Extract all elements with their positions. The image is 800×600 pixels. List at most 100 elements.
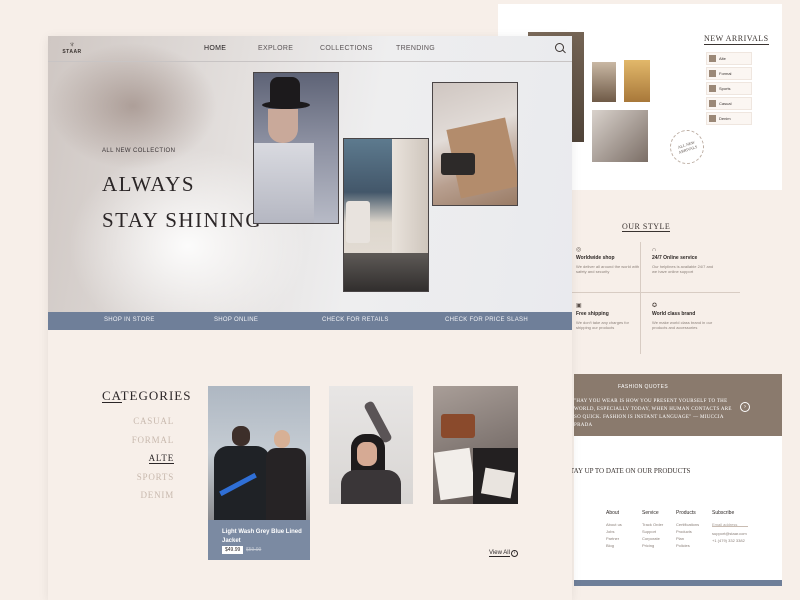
sleeve-shape bbox=[392, 139, 428, 259]
footer-link[interactable]: Partner bbox=[606, 535, 622, 542]
arrow-right-icon[interactable]: › bbox=[511, 550, 518, 557]
arrivals-stamp: ALL NEW ARRIVALS bbox=[665, 125, 709, 169]
arrival-photo[interactable] bbox=[592, 110, 648, 162]
thumbnail bbox=[709, 55, 716, 62]
new-arrival-label: Sports bbox=[719, 86, 731, 91]
category-label: ALTE bbox=[148, 453, 174, 464]
face-shape bbox=[357, 442, 377, 466]
footer-link[interactable]: Blog bbox=[606, 542, 622, 549]
ship-icon: ▣ bbox=[576, 303, 582, 309]
body-shape bbox=[341, 470, 401, 504]
globe-icon: ◎ bbox=[576, 247, 582, 253]
nav-link-explore[interactable]: EXPLORE bbox=[258, 45, 320, 52]
person-shape bbox=[266, 448, 306, 520]
bag-shape bbox=[346, 201, 370, 243]
divider bbox=[572, 292, 740, 293]
note-shape bbox=[480, 467, 516, 499]
footer-col-title: About bbox=[606, 510, 620, 516]
footer-col-title: Products bbox=[676, 510, 696, 516]
new-arrival-item[interactable]: Casual bbox=[706, 97, 752, 110]
top-nav: ♆ STAAR HOME EXPLORE COLLECTIONS TRENDIN… bbox=[48, 36, 572, 62]
category-label: DENIM bbox=[140, 490, 174, 500]
footer-link[interactable]: Pricing bbox=[642, 542, 663, 549]
footer-link[interactable]: Products bbox=[676, 528, 699, 535]
new-arrival-item[interactable]: Alte bbox=[706, 52, 752, 65]
category-formal[interactable]: FORMAL bbox=[108, 431, 174, 450]
feature-text: We don't take any charges for shipping o… bbox=[576, 320, 629, 330]
arrival-photo[interactable] bbox=[624, 60, 650, 102]
category-sports[interactable]: SPORTS bbox=[108, 468, 174, 487]
footer-bar bbox=[574, 580, 782, 586]
category-denim[interactable]: DENIM bbox=[108, 486, 174, 505]
product-card-featured[interactable]: Light Wash Grey Blue Lined Jacket $49.99… bbox=[208, 386, 310, 560]
badge-icon: ✪ bbox=[652, 303, 658, 309]
quote-text: "HAY YOU WEAR IS HOW YOU PRESENT YOURSEL… bbox=[574, 399, 732, 428]
search-icon[interactable] bbox=[555, 43, 564, 52]
footer-col-products: Products Certifications Products Plan Po… bbox=[676, 510, 699, 549]
email-field[interactable]: Email address bbox=[712, 521, 748, 527]
face-shape bbox=[268, 109, 298, 143]
shop-in-store-link[interactable]: SHOP IN STORE bbox=[104, 317, 155, 323]
new-arrival-item[interactable]: Sports bbox=[706, 82, 752, 95]
category-list: CASUAL FORMAL ALTE SPORTS DENIM bbox=[108, 412, 174, 505]
product-name: Light Wash Grey Blue Lined Jacket bbox=[222, 529, 302, 544]
person-head bbox=[274, 430, 290, 448]
new-arrival-item[interactable]: Denim bbox=[706, 112, 752, 125]
brand-logo[interactable]: ♆ STAAR bbox=[60, 40, 84, 55]
feature-text: Our helplines is available 24/7 and we h… bbox=[652, 264, 714, 274]
footer-link[interactable]: Plan bbox=[676, 535, 699, 542]
divider bbox=[102, 402, 122, 403]
nav-link-trending[interactable]: TRENDING bbox=[396, 45, 466, 52]
hero-photo-bag bbox=[343, 138, 429, 292]
footer-link[interactable]: Certifications bbox=[676, 521, 699, 528]
feature-title: World class brand bbox=[652, 311, 696, 317]
footer-link[interactable]: Policies bbox=[676, 542, 699, 549]
category-casual[interactable]: CASUAL bbox=[108, 412, 174, 431]
new-arrivals-list: Alte Formal Sports Casual Denim bbox=[706, 52, 752, 127]
base-shape bbox=[344, 253, 428, 291]
view-all-link[interactable]: View All bbox=[489, 550, 510, 557]
arrival-photo[interactable] bbox=[592, 62, 616, 102]
hero-subtitle: ALL NEW COLLECTION bbox=[102, 148, 176, 154]
shop-online-link[interactable]: SHOP ONLINE bbox=[214, 317, 258, 323]
category-label: CASUAL bbox=[133, 416, 174, 426]
thumbnail bbox=[709, 85, 716, 92]
nav-links: HOME EXPLORE COLLECTIONS TRENDING bbox=[204, 45, 466, 52]
footer-heading: STAY UP TO DATE ON OUR PRODUCTS bbox=[566, 467, 691, 475]
footer-col-title: Subscribe bbox=[712, 510, 735, 516]
product-card[interactable] bbox=[433, 386, 518, 504]
logo-text: STAAR bbox=[62, 49, 82, 55]
fashion-quote-band: FASHION QUOTES "HAY YOU WEAR IS HOW YOU … bbox=[574, 374, 782, 436]
divider bbox=[640, 242, 641, 354]
category-alte[interactable]: ALTE bbox=[108, 449, 174, 468]
thumbnail bbox=[709, 115, 716, 122]
contact-email[interactable]: support@staar.com bbox=[712, 530, 748, 537]
person-head bbox=[232, 426, 250, 446]
hero-photo-flatlay bbox=[432, 82, 518, 206]
new-arrival-label: Alte bbox=[719, 56, 726, 61]
footer-link[interactable]: About us bbox=[606, 521, 622, 528]
price-slash-link[interactable]: CHECK FOR PRICE SLASH bbox=[445, 317, 528, 323]
contact-phone[interactable]: +1 (479) 332 3382 bbox=[712, 537, 748, 544]
footer-link[interactable]: Support bbox=[642, 528, 663, 535]
feature-worldwide: ◎ Worldwide shop We deliver all around t… bbox=[576, 247, 640, 274]
new-arrival-item[interactable]: Formal bbox=[706, 67, 752, 80]
product-photo bbox=[208, 386, 310, 520]
footer-col-title: Service bbox=[642, 510, 659, 516]
category-label: FORMAL bbox=[131, 434, 174, 445]
footer-link[interactable]: Corporate bbox=[642, 535, 663, 542]
nav-link-home[interactable]: HOME bbox=[204, 45, 258, 52]
product-card[interactable] bbox=[329, 386, 413, 504]
quote-title: FASHION QUOTES bbox=[618, 384, 669, 390]
arrow-right-icon[interactable]: › bbox=[740, 402, 750, 412]
logo-icon: ♆ bbox=[69, 40, 75, 49]
nav-link-collections[interactable]: COLLECTIONS bbox=[320, 45, 396, 52]
product-price: $49.99 bbox=[222, 546, 244, 554]
footer-link[interactable]: Jobs bbox=[606, 528, 622, 535]
check-retails-link[interactable]: CHECK FOR RETAILS bbox=[322, 317, 389, 323]
feature-text: We deliver all around the world with saf… bbox=[576, 264, 640, 274]
thumbnail bbox=[709, 100, 716, 107]
feature-title: Free shipping bbox=[576, 311, 609, 317]
footer-link[interactable]: Track Order bbox=[642, 521, 663, 528]
our-style-title: OUR STYLE bbox=[622, 222, 671, 232]
